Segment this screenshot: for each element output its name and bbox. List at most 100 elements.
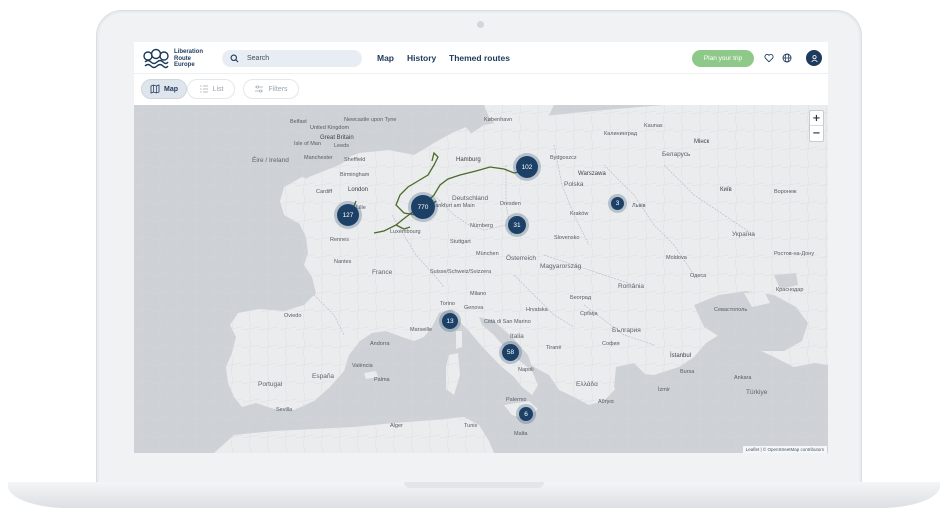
search-icon [230,54,239,63]
place-label: Magyarország [540,263,582,270]
place-label: Мінск [694,139,710,145]
place-label: Palma [374,377,390,383]
place-label: United Kingdom [310,125,350,131]
place-label: España [312,373,335,380]
place-label: Genova [464,305,484,311]
zoom-in-button[interactable]: + [810,111,823,126]
place-label: Manchester [304,155,333,161]
place-label: Воронеж [774,189,797,195]
map-cluster-marker[interactable]: 770 [411,195,435,219]
place-label: Львів [632,203,646,209]
place-label: Oviedo [284,313,302,319]
europe-map[interactable]: Belfast United Kingdom Great Britain Isl… [134,105,828,453]
place-label: Tunis [464,423,478,429]
place-label: Rennes [330,237,349,243]
place-label: Türkiye [746,389,768,396]
list-view-label: List [212,85,224,93]
place-label: Isle of Man [294,141,321,147]
place-label: München [476,251,499,257]
place-label: Napoli [518,367,534,373]
place-label: Kraków [570,211,589,217]
map-view-toggle[interactable]: Map [141,79,187,99]
place-label: Deutschland [452,195,489,202]
map-cluster-marker[interactable]: 13 [442,313,458,329]
screen: Liberation Route Europe Search Map Histo… [134,42,828,453]
filters-button[interactable]: Filters [243,79,299,99]
logo-text: Liberation Route Europe [174,49,203,69]
place-label: Malta [514,431,528,437]
place-label: Ankara [734,375,752,381]
map-cluster-marker[interactable]: 3 [611,197,624,210]
place-label: Palermo [506,397,527,403]
place-label: Sheffield [344,157,366,163]
place-label: Cardiff [316,189,333,195]
place-label: Kaunas [644,123,663,129]
place-label: Ελλάδα [576,381,598,388]
place-label: Беларусь [662,151,691,158]
place-label: København [484,117,513,123]
list-view-toggle[interactable]: List [187,79,235,99]
place-label: Slovensko [554,235,580,241]
laptop-base-notch [404,482,544,488]
place-label: Србија [580,311,598,317]
place-label: Hamburg [456,157,481,163]
zoom-out-button[interactable]: − [810,126,823,141]
top-navigation: Liberation Route Europe Search Map Histo… [134,42,828,74]
map-cluster-marker[interactable]: 31 [508,216,526,234]
place-label: Београд [570,295,592,301]
place-label: Italia [510,333,524,340]
place-label: Leeds [334,143,349,149]
logo-line-1: Liberation [174,49,204,56]
place-label: România [618,283,645,290]
search-input[interactable]: Search [222,50,362,67]
place-label: Österreich [506,255,536,262]
place-label: Київ [720,187,732,193]
nav-themed-routes[interactable]: Themed routes [449,42,510,74]
map-icon [150,84,160,94]
place-label: Belfast [290,119,307,125]
place-label: Dresden [500,201,521,207]
filters-label: Filters [268,85,288,93]
place-label: Калининград [604,131,638,137]
list-icon [199,85,208,93]
favorites-heart-icon[interactable] [762,51,776,65]
place-label: İzmir [658,387,670,393]
place-label: Newcastle upon Tyne [344,117,397,123]
place-label: Andorra [370,341,390,347]
map-cluster-marker[interactable]: 58 [502,344,519,361]
place-label: Frankfurt am Main [430,203,475,209]
place-label: Città di San Marino [484,319,531,325]
nav-map[interactable]: Map [377,42,394,74]
language-globe-icon[interactable] [780,51,794,65]
search-placeholder: Search [247,55,270,62]
map-cluster-marker[interactable]: 127 [337,204,359,226]
place-label: Αθήνα [598,399,614,405]
nav-history[interactable]: History [407,42,436,74]
liberation-route-logo[interactable]: Liberation Route Europe [142,47,212,71]
place-label: Україна [732,231,755,238]
place-label: Hrvatska [526,307,548,313]
laptop-mockup: Liberation Route Europe Search Map Histo… [0,0,948,513]
place-label: Alger [390,423,403,429]
place-label: България [612,327,641,334]
place-label: Luxembourg [390,229,421,235]
map-cluster-marker[interactable]: 102 [516,156,538,178]
plan-your-trip-button[interactable]: Plan your trip [692,50,754,67]
logo-line-3: Europe [174,62,195,69]
place-label: Polska [564,181,584,188]
place-label: Nantes [334,259,352,265]
user-account-icon[interactable] [806,50,822,66]
map-base-layer [134,105,828,453]
place-label: Great Britain [320,135,354,141]
place-label: Nürnberg [470,223,493,229]
place-label: London [348,187,369,193]
filters-sliders-icon [255,85,264,93]
place-label: Warszawa [578,171,606,177]
place-label: Milano [470,291,487,297]
map-cluster-marker[interactable]: 6 [519,407,533,421]
map-attribution[interactable]: Leaflet | © OpenStreetMap contributors [742,446,827,453]
place-label: Одеса [690,273,707,279]
place-label: Sevilla [276,407,293,413]
place-label: Краснодар [776,287,804,293]
place-label: Birmingham [340,172,370,178]
